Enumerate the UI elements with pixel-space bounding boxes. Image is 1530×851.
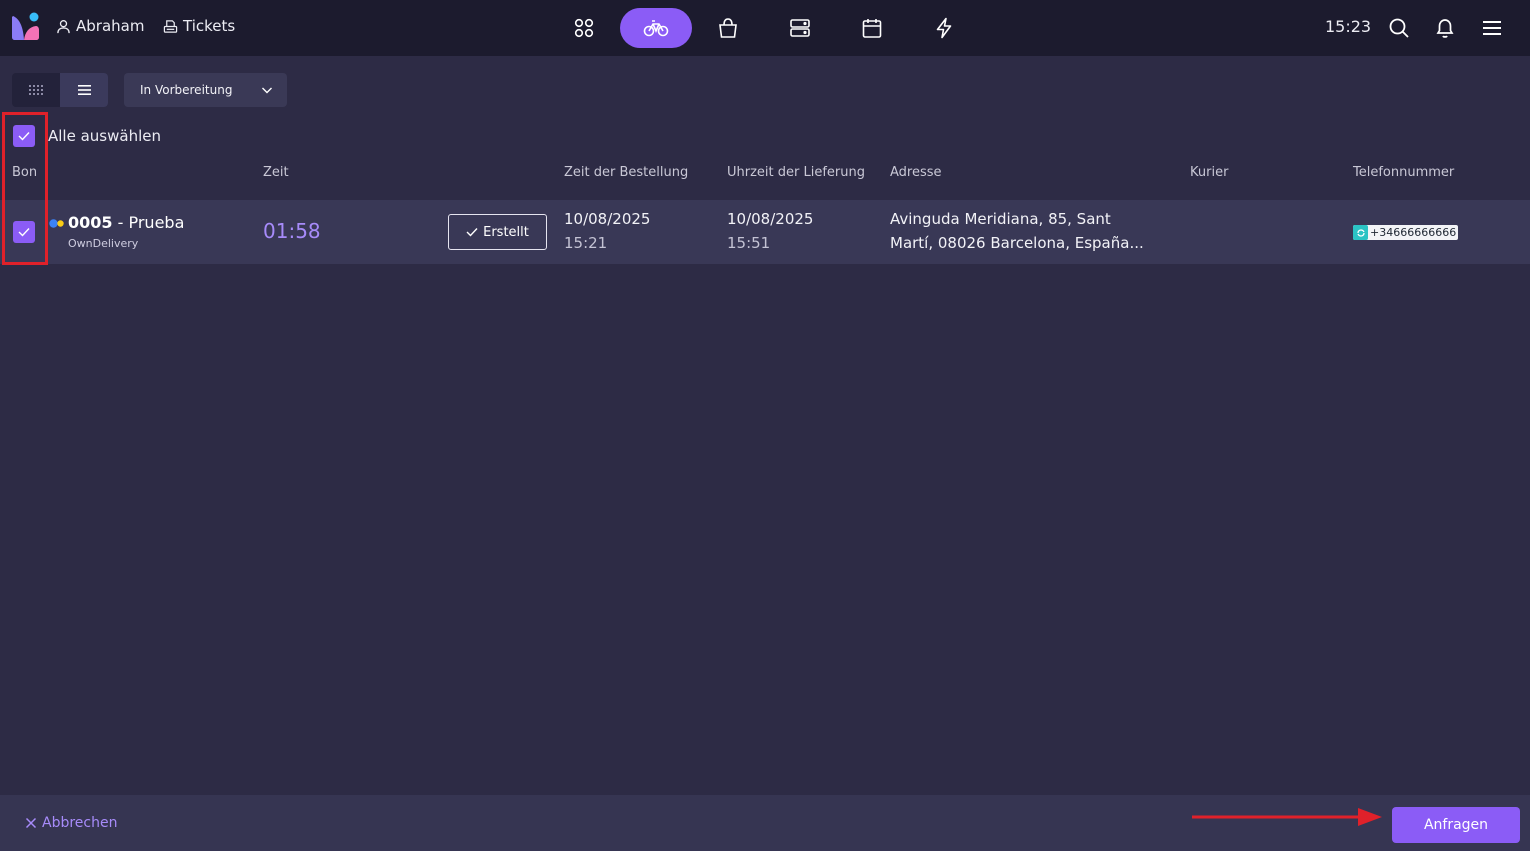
grid-view-icon bbox=[29, 85, 43, 95]
phone-app-icon bbox=[1353, 225, 1368, 240]
column-header-courier: Kurier bbox=[1190, 165, 1229, 180]
order-title[interactable]: 0005 - Prueba bbox=[68, 213, 184, 232]
order-date: 10/08/2025 bbox=[564, 210, 651, 228]
user-menu[interactable]: Abraham bbox=[56, 17, 144, 35]
status-filter-select[interactable]: In Vorbereitung bbox=[124, 73, 287, 107]
order-number: 0005 bbox=[68, 213, 113, 232]
cancel-button[interactable]: Abbrechen bbox=[25, 815, 117, 831]
server-icon bbox=[790, 19, 810, 37]
annotation-arrow-icon bbox=[1192, 808, 1382, 826]
clock: 15:23 bbox=[1325, 17, 1372, 36]
search-icon bbox=[1389, 18, 1409, 38]
printer-icon bbox=[163, 19, 178, 33]
order-channel: OwnDelivery bbox=[68, 237, 139, 250]
bell-icon bbox=[1436, 19, 1454, 38]
column-header-order-time: Zeit der Bestellung bbox=[564, 165, 689, 180]
nav-reservations[interactable] bbox=[836, 8, 908, 48]
nav-quick[interactable] bbox=[908, 8, 980, 48]
app-logo-icon[interactable] bbox=[12, 12, 40, 42]
notifications-button[interactable] bbox=[1432, 15, 1458, 41]
nav-apps[interactable] bbox=[548, 8, 620, 48]
search-button[interactable] bbox=[1386, 15, 1412, 41]
phone-number-text: +34666666666 bbox=[1370, 226, 1457, 239]
address-line-1: Avinguda Meridiana, 85, Sant bbox=[890, 210, 1111, 228]
chevron-down-icon bbox=[262, 87, 272, 94]
grid-view-button[interactable] bbox=[12, 73, 60, 107]
column-header-phone: Telefonnummer bbox=[1353, 165, 1455, 180]
nav-delivery[interactable] bbox=[620, 8, 692, 48]
close-icon bbox=[25, 817, 37, 829]
order-clock: 15:21 bbox=[564, 234, 608, 252]
highlight-box bbox=[2, 112, 48, 265]
calendar-icon bbox=[862, 19, 882, 38]
order-status-label: Erstellt bbox=[483, 224, 529, 240]
nav-takeaway[interactable] bbox=[692, 8, 764, 48]
view-mode-toggle bbox=[12, 73, 108, 107]
select-all-label: Alle auswählen bbox=[48, 127, 161, 145]
top-bar: Abraham Tickets 15:23 bbox=[0, 0, 1530, 56]
delivery-date: 10/08/2025 bbox=[727, 210, 814, 228]
request-label: Anfragen bbox=[1423, 817, 1489, 833]
check-icon bbox=[466, 228, 478, 237]
user-icon bbox=[57, 19, 70, 33]
order-separator: - bbox=[112, 213, 129, 232]
shopping-bag-icon bbox=[719, 18, 737, 38]
phone-number[interactable]: +34666666666 bbox=[1353, 225, 1459, 240]
order-status-button[interactable]: Erstellt bbox=[448, 214, 547, 250]
list-view-button[interactable] bbox=[60, 73, 108, 107]
column-header-zeit: Zeit bbox=[263, 165, 289, 180]
column-header-delivery-time: Uhrzeit der Lieferung bbox=[727, 165, 865, 180]
address-line-2: Martí, 08026 Barcelona, España... bbox=[890, 234, 1144, 252]
lightning-icon bbox=[936, 17, 952, 39]
tickets-label: Tickets bbox=[183, 17, 236, 35]
cancel-label: Abbrechen bbox=[42, 815, 118, 831]
order-timer: 01:58 bbox=[263, 219, 321, 243]
nav-tables[interactable] bbox=[764, 8, 836, 48]
user-name: Abraham bbox=[76, 17, 145, 35]
hamburger-menu-icon bbox=[1483, 21, 1501, 35]
tickets-link[interactable]: Tickets bbox=[163, 17, 235, 35]
main-menu-button[interactable] bbox=[1479, 15, 1505, 41]
order-status-dots-icon bbox=[49, 219, 64, 228]
grid-apps-icon bbox=[574, 18, 594, 38]
status-filter-value: In Vorbereitung bbox=[140, 83, 233, 97]
order-customer: Prueba bbox=[128, 213, 185, 232]
request-button[interactable]: Anfragen bbox=[1392, 807, 1520, 843]
delivery-clock: 15:51 bbox=[727, 234, 771, 252]
bicycle-icon bbox=[643, 20, 669, 37]
column-header-address: Adresse bbox=[890, 165, 942, 180]
list-view-icon bbox=[77, 85, 91, 95]
